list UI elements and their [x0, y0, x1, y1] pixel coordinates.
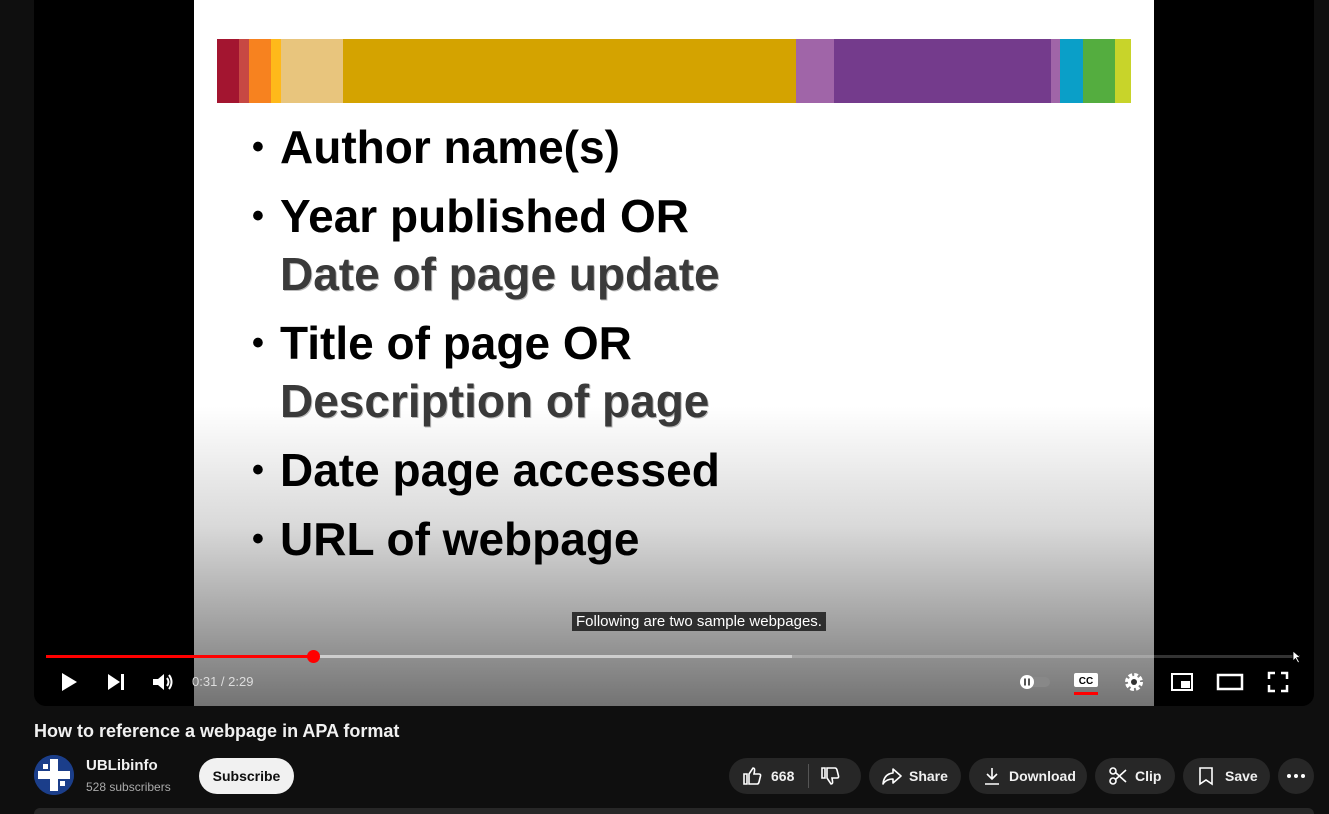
share-icon — [882, 768, 902, 785]
volume-icon — [153, 674, 173, 690]
channel-name[interactable]: UBLibinfo — [86, 757, 158, 774]
save-button[interactable]: Save — [1183, 758, 1270, 794]
bullet-subtext: Date of page update — [280, 248, 720, 300]
subscriber-count: 528 subscribers — [86, 780, 171, 794]
next-button[interactable] — [101, 667, 131, 697]
bullet-text: Date page accessed — [280, 444, 720, 496]
slide-bullet-list: • Author name(s) • Year published OR Date o… — [252, 118, 720, 579]
download-icon — [985, 768, 999, 785]
slide-bullet: • URL of webpage — [252, 510, 720, 568]
duration: 2:29 — [228, 674, 254, 689]
bullet-subtext: Description of page — [280, 375, 710, 427]
color-bar-segment — [217, 39, 239, 103]
bookmark-icon — [1199, 767, 1213, 786]
color-bar-segment — [1115, 39, 1131, 103]
color-bar-segment — [796, 39, 834, 103]
scissors-icon — [1109, 767, 1127, 785]
slide-bullet: • Year published OR Date of page update — [252, 187, 720, 303]
fullscreen-button[interactable] — [1263, 667, 1293, 697]
miniplayer-button[interactable] — [1167, 667, 1197, 697]
dislike-button[interactable] — [819, 765, 841, 787]
theater-icon — [1216, 673, 1244, 691]
volume-button[interactable] — [148, 667, 178, 697]
like-count: 668 — [771, 768, 795, 784]
like-divider — [808, 764, 810, 788]
color-bar-segment — [1060, 39, 1083, 103]
time-separator: / — [217, 674, 229, 689]
scrubber-handle[interactable] — [307, 650, 321, 663]
time-display: 0:31 / 2:29 — [192, 674, 253, 689]
miniplayer-icon — [1171, 673, 1193, 691]
closed-caption-text: Following are two sample webpages. — [572, 612, 826, 631]
bullet-dot: • — [252, 520, 264, 558]
play-button[interactable] — [54, 667, 84, 697]
video-frame-slide: • Author name(s) • Year published OR Date o… — [194, 0, 1154, 706]
settings-button[interactable] — [1119, 667, 1149, 697]
next-icon — [108, 674, 124, 690]
autoplay-toggle[interactable] — [1017, 667, 1053, 697]
bullet-dot: • — [252, 324, 264, 362]
video-title: How to reference a webpage in APA format — [34, 721, 400, 741]
fullscreen-icon — [1267, 671, 1289, 693]
slide-color-bar — [217, 39, 1131, 103]
bullet-text: Author name(s) — [280, 121, 620, 173]
mouse-cursor-icon — [1292, 650, 1302, 669]
progress-bar[interactable] — [46, 650, 1300, 663]
current-time: 0:31 — [192, 674, 218, 689]
video-player[interactable]: • Author name(s) • Year published OR Date o… — [34, 0, 1314, 706]
thumbs-up-icon — [743, 767, 762, 785]
slide-bullet: • Author name(s) — [252, 118, 720, 176]
download-button[interactable]: Download — [969, 758, 1087, 794]
svg-text:CC: CC — [1079, 676, 1093, 687]
bullet-text: URL of webpage — [280, 513, 640, 565]
bullet-text: Year published OR — [280, 190, 689, 242]
save-label: Save — [1225, 768, 1258, 784]
share-button[interactable]: Share — [869, 758, 961, 794]
progress-played — [46, 655, 314, 658]
thumbs-down-icon — [821, 767, 840, 785]
like-button[interactable]: 668 — [729, 765, 794, 787]
bullet-dot: • — [252, 197, 264, 235]
play-icon — [62, 673, 77, 691]
slide-bullet: • Date page accessed — [252, 441, 720, 499]
clip-button[interactable]: Clip — [1095, 758, 1175, 794]
like-dislike-group: 668 — [729, 758, 861, 794]
color-bar-segment — [249, 39, 271, 103]
color-bar-segment — [271, 39, 281, 103]
autoplay-toggle-icon — [1020, 675, 1050, 689]
more-horizontal-icon — [1287, 774, 1305, 778]
description-panel-edge — [34, 808, 1314, 814]
slide-bullet: • Title of page OR Description of page — [252, 314, 720, 430]
channel-avatar[interactable] — [34, 755, 74, 795]
settings-icon — [1125, 673, 1143, 691]
captions-button[interactable]: CC — [1071, 667, 1101, 697]
download-label: Download — [1009, 768, 1076, 784]
more-actions-button[interactable] — [1278, 758, 1314, 794]
color-bar-segment — [1083, 39, 1115, 103]
color-bar-segment — [343, 39, 796, 103]
color-bar-segment — [281, 39, 343, 103]
bullet-dot: • — [252, 128, 264, 166]
color-bar-segment — [1051, 39, 1060, 103]
theater-mode-button[interactable] — [1215, 667, 1245, 697]
captions-icon: CC — [1074, 673, 1098, 695]
share-label: Share — [909, 768, 948, 784]
subscribe-button[interactable]: Subscribe — [199, 758, 294, 794]
ub-logo-icon — [34, 755, 74, 795]
bullet-text: Title of page OR — [280, 317, 632, 369]
clip-label: Clip — [1135, 768, 1162, 784]
color-bar-segment — [834, 39, 1051, 103]
color-bar-segment — [239, 39, 249, 103]
bullet-dot: • — [252, 451, 264, 489]
